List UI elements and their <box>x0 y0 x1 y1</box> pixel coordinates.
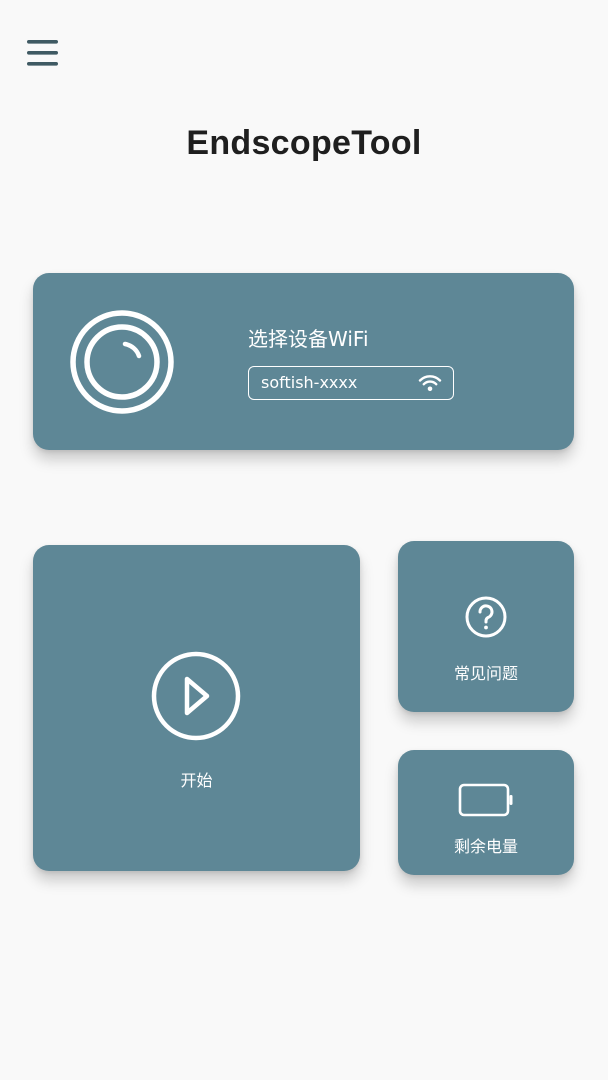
menu-button[interactable] <box>26 37 60 71</box>
wifi-card: 选择设备WiFi softish-xxxx <box>33 273 574 450</box>
start-label: 开始 <box>180 771 213 790</box>
battery-label: 剩余电量 <box>453 837 518 856</box>
battery-icon <box>458 783 513 817</box>
camera-lens-icon <box>70 310 174 414</box>
wifi-selector[interactable]: softish-xxxx <box>248 366 454 400</box>
page-title: EndscopeTool <box>186 124 422 162</box>
question-icon <box>465 596 507 638</box>
faq-button[interactable]: 常见问题 <box>398 541 574 712</box>
wifi-select-label: 选择设备WiFi <box>248 327 369 351</box>
start-button[interactable]: 开始 <box>33 545 360 871</box>
battery-button[interactable]: 剩余电量 <box>398 750 574 875</box>
hamburger-menu-icon <box>27 40 58 66</box>
wifi-ssid: softish-xxxx <box>261 373 358 392</box>
wifi-icon <box>418 375 442 392</box>
faq-label: 常见问题 <box>453 664 518 683</box>
play-icon <box>151 651 241 741</box>
